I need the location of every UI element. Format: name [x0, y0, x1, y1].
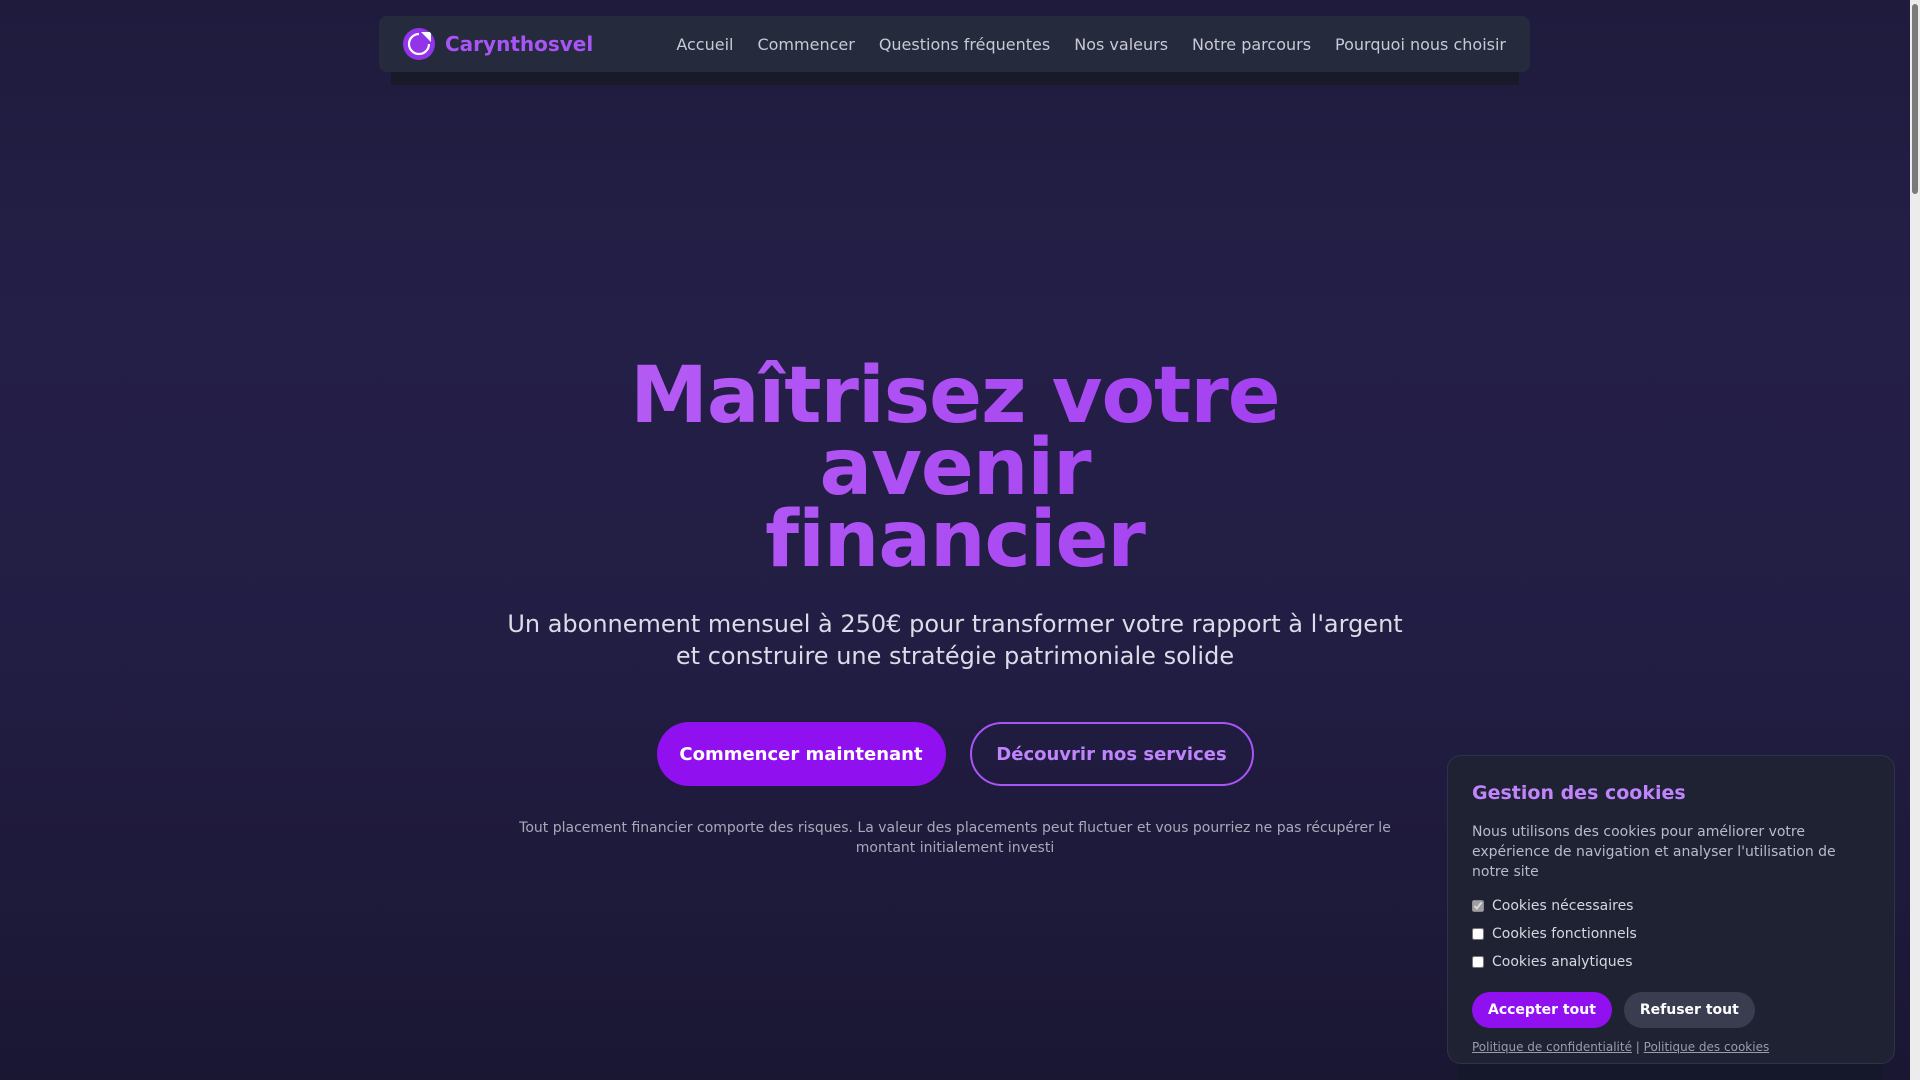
discover-services-button[interactable]: Découvrir nos services [969, 722, 1254, 786]
cookie-description: Nous utilisons des cookies pour améliore… [1472, 824, 1836, 880]
analytics-cookies-checkbox[interactable] [1472, 956, 1484, 968]
hero-title: Maîtrisez votre avenir financier [505, 360, 1405, 576]
cookie-policy-link[interactable]: Politique des cookies [1644, 1040, 1770, 1054]
cookie-option-label: Cookies analytiques [1492, 954, 1633, 970]
top-navbar: Carynthosvel Accueil Commencer Questions… [379, 16, 1530, 72]
link-separator: | [1635, 1040, 1640, 1054]
cookie-panel-shadow [1457, 1064, 1883, 1080]
necessary-cookies-checkbox[interactable] [1472, 900, 1484, 912]
nav-link-pourquoi[interactable]: Pourquoi nous choisir [1335, 35, 1506, 54]
cookie-actions: Accepter tout Refuser tout [1472, 992, 1870, 1028]
brand-name: Carynthosvel [445, 32, 594, 56]
chart-pie-icon [403, 28, 435, 60]
cookie-consent-panel: Gestion des cookies Nous utilisons des c… [1447, 755, 1895, 1064]
nav-link-valeurs[interactable]: Nos valeurs [1074, 35, 1168, 54]
cookie-option-functional[interactable]: Cookies fonctionnels [1472, 926, 1870, 942]
cookie-option-label: Cookies nécessaires [1492, 898, 1634, 914]
brand[interactable]: Carynthosvel [403, 28, 593, 60]
hero-subtitle: Un abonnement mensuel à 250€ pour transf… [507, 610, 1403, 670]
nav-underbar [391, 72, 1519, 85]
cookie-title: Gestion des cookies [1472, 782, 1686, 804]
hero-title-line2: financier [765, 495, 1145, 585]
nav-link-faq[interactable]: Questions fréquentes [879, 35, 1050, 54]
cookie-policy-links: Politique de confidentialité | Politique… [1472, 1040, 1870, 1054]
start-now-button[interactable]: Commencer maintenant [656, 722, 946, 786]
privacy-policy-link[interactable]: Politique de confidentialité [1472, 1040, 1632, 1054]
nav-link-commencer[interactable]: Commencer [757, 35, 854, 54]
nav-links: Accueil Commencer Questions fréquentes N… [676, 35, 1506, 54]
accept-all-button[interactable]: Accepter tout [1472, 992, 1612, 1028]
cookie-option-necessary[interactable]: Cookies nécessaires [1472, 898, 1870, 914]
nav-link-parcours[interactable]: Notre parcours [1192, 35, 1311, 54]
cookie-option-label: Cookies fonctionnels [1492, 926, 1637, 942]
refuse-all-button[interactable]: Refuser tout [1623, 992, 1755, 1028]
cookie-option-analytics[interactable]: Cookies analytiques [1472, 954, 1870, 970]
hero-title-line1: Maîtrisez votre avenir [630, 351, 1280, 513]
risk-disclaimer: Tout placement financier comporte des ri… [519, 820, 1391, 856]
page-scrollbar[interactable] [1910, 0, 1920, 1080]
nav-link-accueil[interactable]: Accueil [676, 35, 733, 54]
functional-cookies-checkbox[interactable] [1472, 928, 1484, 940]
scrollbar-thumb[interactable] [1912, 4, 1918, 194]
